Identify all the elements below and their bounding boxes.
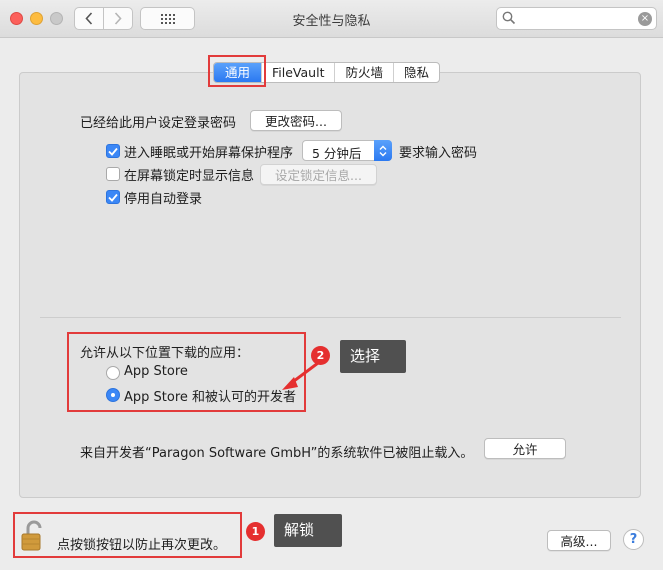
title-bar: 安全性与隐私 × <box>0 0 663 38</box>
step-1-badge: 1 <box>246 522 265 541</box>
require-password-suffix: 要求输入密码 <box>399 146 478 161</box>
annotation-box-tab <box>208 55 266 87</box>
require-delay-select[interactable]: 5 分钟后 <box>302 140 392 161</box>
updown-arrows-icon <box>374 140 392 161</box>
step-2-badge: 2 <box>311 346 330 365</box>
checkmark-icon <box>108 147 118 156</box>
require-password-label: 进入睡眠或开始屏幕保护程序 <box>124 146 294 161</box>
require-password-checkbox[interactable] <box>106 144 120 158</box>
advanced-button[interactable]: 高级... <box>547 530 611 551</box>
allow-button[interactable]: 允许 <box>484 438 566 459</box>
help-button[interactable]: ? <box>623 529 644 550</box>
lock-hint-text: 点按锁按钮以防止再次更改。 <box>57 538 227 553</box>
section-divider <box>40 317 621 318</box>
lock-message-checkbox[interactable] <box>106 167 120 181</box>
tab-firewall[interactable]: 防火墙 <box>335 63 394 82</box>
lock-message-label: 在屏幕锁定时显示信息 <box>124 169 255 184</box>
search-input[interactable] <box>517 10 635 27</box>
disable-autologin-checkbox[interactable] <box>106 190 120 204</box>
clear-search-icon[interactable]: × <box>638 12 652 26</box>
step-2-callout: 选择 <box>340 340 406 373</box>
tab-filevault[interactable]: FileVault <box>262 63 336 82</box>
search-icon <box>502 11 516 25</box>
blocked-software-message: 来自开发者“Paragon Software GmbH”的系统软件已被阻止载入。 <box>80 446 474 461</box>
change-password-button[interactable]: 更改密码... <box>250 110 342 131</box>
password-status-text: 已经给此用户设定登录密码 <box>80 116 237 131</box>
checkmark-icon <box>108 193 118 202</box>
step-1-callout: 解锁 <box>274 514 342 547</box>
disable-autologin-label: 停用自动登录 <box>124 192 203 207</box>
unlocked-padlock-icon[interactable] <box>20 518 44 552</box>
search-field[interactable]: × <box>496 7 657 30</box>
tab-privacy[interactable]: 隐私 <box>394 63 439 82</box>
settings-panel <box>19 72 641 498</box>
require-delay-value: 5 分钟后 <box>312 146 362 161</box>
set-lock-message-button[interactable]: 设定锁定信息... <box>260 164 377 185</box>
